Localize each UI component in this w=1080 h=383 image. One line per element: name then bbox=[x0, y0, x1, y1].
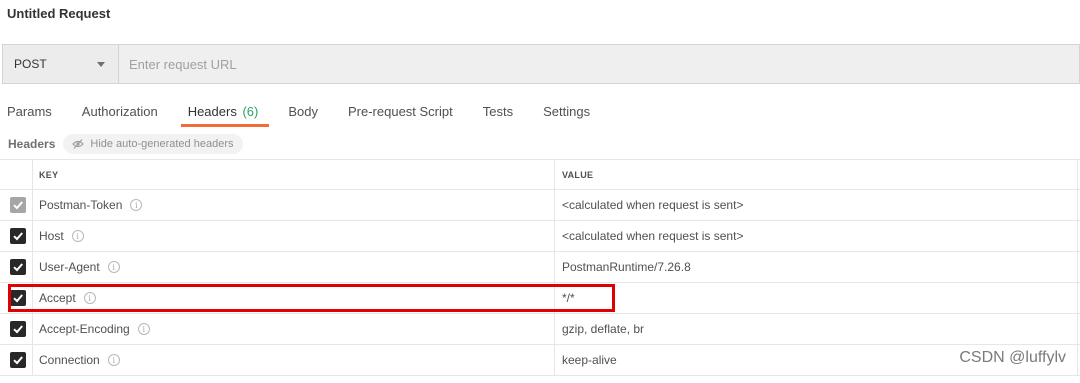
method-label: POST bbox=[14, 57, 47, 71]
check-icon bbox=[13, 201, 23, 210]
info-icon[interactable]: i bbox=[83, 292, 96, 304]
checkbox-cell bbox=[0, 345, 33, 375]
check-icon bbox=[13, 294, 23, 303]
chevron-down-icon bbox=[97, 61, 105, 67]
tab-settings[interactable]: Settings bbox=[536, 96, 597, 127]
request-title[interactable]: Untitled Request bbox=[7, 6, 110, 21]
header-key[interactable]: Accept-Encoding bbox=[39, 322, 130, 336]
table-row: Host i <calculated when request is sent> bbox=[0, 221, 1080, 252]
header-value[interactable]: <calculated when request is sent> bbox=[562, 229, 743, 243]
check-icon bbox=[13, 232, 23, 241]
header-key[interactable]: User-Agent bbox=[39, 260, 100, 274]
hide-auto-generated-button[interactable]: Hide auto-generated headers bbox=[63, 134, 244, 154]
checkbox-cell bbox=[0, 314, 33, 344]
key-cell: Accept i bbox=[33, 283, 555, 313]
row-checkbox[interactable] bbox=[10, 352, 26, 368]
tab-label: Pre-request Script bbox=[347, 104, 453, 119]
value-cell: */* bbox=[555, 283, 1078, 313]
row-checkbox[interactable] bbox=[10, 259, 26, 275]
value-cell: <calculated when request is sent> bbox=[555, 190, 1078, 220]
value-cell: gzip, deflate, br bbox=[555, 314, 1078, 344]
key-cell: User-Agent i bbox=[33, 252, 555, 282]
method-select[interactable]: POST bbox=[3, 45, 119, 83]
checkbox-cell bbox=[0, 221, 33, 251]
url-bar: POST bbox=[2, 44, 1080, 84]
row-checkbox[interactable] bbox=[10, 321, 26, 337]
info-icon[interactable]: i bbox=[71, 230, 84, 242]
tab-body[interactable]: Body bbox=[281, 96, 325, 127]
tab-label: Params bbox=[7, 104, 52, 119]
table-row: Accept-Encoding i gzip, deflate, br bbox=[0, 314, 1080, 345]
tab-label: Settings bbox=[543, 104, 591, 119]
value-column-header: VALUE bbox=[555, 160, 1078, 189]
value-cell: PostmanRuntime/7.26.8 bbox=[555, 252, 1078, 282]
check-icon bbox=[13, 356, 23, 365]
header-value[interactable]: gzip, deflate, br bbox=[562, 322, 644, 336]
tab-authorization[interactable]: Authorization bbox=[75, 96, 165, 127]
headers-table: KEY VALUE Postman-Token i <calculated whe… bbox=[0, 159, 1080, 376]
header-value[interactable]: keep-alive bbox=[562, 353, 617, 367]
header-key[interactable]: Postman-Token bbox=[39, 198, 122, 212]
key-cell: Host i bbox=[33, 221, 555, 251]
key-cell: Postman-Token i bbox=[33, 190, 555, 220]
header-value[interactable]: <calculated when request is sent> bbox=[562, 198, 743, 212]
tab-headers[interactable]: Headers (6) bbox=[180, 96, 269, 127]
check-icon bbox=[13, 325, 23, 334]
headers-subheader: Headers Hide auto-generated headers bbox=[8, 134, 244, 154]
info-icon[interactable]: i bbox=[137, 323, 150, 335]
key-cell: Accept-Encoding i bbox=[33, 314, 555, 344]
info-icon[interactable]: i bbox=[107, 354, 120, 366]
key-column-header: KEY bbox=[33, 160, 555, 189]
tab-pre-request-script[interactable]: Pre-request Script bbox=[341, 96, 460, 127]
check-icon bbox=[13, 263, 23, 272]
table-row: Postman-Token i <calculated when request … bbox=[0, 190, 1080, 221]
checkbox-cell bbox=[0, 283, 33, 313]
header-checkbox-cell bbox=[0, 160, 33, 189]
headers-count: (6) bbox=[242, 104, 259, 119]
row-checkbox[interactable] bbox=[10, 228, 26, 244]
key-cell: Connection i bbox=[33, 345, 555, 375]
tab-label: Headers bbox=[187, 104, 237, 119]
value-cell: <calculated when request is sent> bbox=[555, 221, 1078, 251]
checkbox-cell bbox=[0, 252, 33, 282]
headers-section-title: Headers bbox=[8, 137, 56, 151]
info-icon[interactable]: i bbox=[130, 199, 143, 211]
tab-params[interactable]: Params bbox=[0, 96, 59, 127]
request-tabs: Params Authorization Headers (6) Body Pr… bbox=[0, 96, 613, 127]
checkbox-cell bbox=[0, 190, 33, 220]
header-value[interactable]: PostmanRuntime/7.26.8 bbox=[562, 260, 691, 274]
header-key[interactable]: Host bbox=[39, 229, 64, 243]
table-header-row: KEY VALUE bbox=[0, 159, 1080, 190]
hide-auto-generated-label: Hide auto-generated headers bbox=[90, 138, 234, 150]
tab-label: Body bbox=[288, 104, 318, 119]
watermark: CSDN @luffylv bbox=[959, 349, 1066, 366]
header-key[interactable]: Accept bbox=[39, 291, 76, 305]
tab-label: Authorization bbox=[81, 104, 158, 119]
row-checkbox[interactable] bbox=[10, 197, 26, 213]
row-checkbox[interactable] bbox=[10, 290, 26, 306]
tab-tests[interactable]: Tests bbox=[476, 96, 520, 127]
table-row: Accept i */* bbox=[0, 283, 1080, 314]
tab-label: Tests bbox=[482, 104, 514, 119]
table-row: Connection i keep-alive bbox=[0, 345, 1080, 376]
header-value[interactable]: */* bbox=[562, 291, 575, 305]
table-row: User-Agent i PostmanRuntime/7.26.8 bbox=[0, 252, 1080, 283]
info-icon[interactable]: i bbox=[107, 261, 120, 273]
url-input[interactable] bbox=[119, 45, 1079, 83]
eye-off-icon bbox=[72, 139, 85, 149]
header-key[interactable]: Connection bbox=[39, 353, 100, 367]
